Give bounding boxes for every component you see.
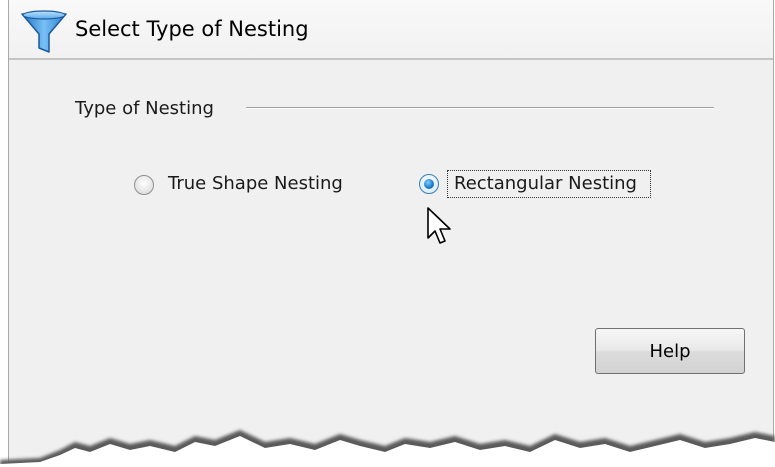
funnel-icon: [21, 10, 67, 53]
true-shape-nesting-label[interactable]: True Shape Nesting: [168, 173, 343, 194]
group-separator-line: [246, 107, 714, 109]
torn-edge-decoration: [0, 430, 775, 467]
dialog-title: Select Type of Nesting: [75, 17, 309, 41]
mouse-pointer-icon: [427, 207, 451, 244]
true-shape-nesting-radio[interactable]: [134, 175, 154, 195]
rectangular-nesting-radio[interactable]: [419, 174, 439, 194]
radio-selected-dot: [424, 179, 434, 189]
rectangular-nesting-label[interactable]: Rectangular Nesting: [454, 173, 637, 194]
help-button[interactable]: Help: [595, 328, 745, 374]
nesting-type-dialog: Select Type of Nesting Type of Nesting T…: [8, 0, 774, 467]
dialog-title-bar: Select Type of Nesting: [9, 0, 773, 60]
nesting-group-label: Type of Nesting: [75, 98, 214, 119]
